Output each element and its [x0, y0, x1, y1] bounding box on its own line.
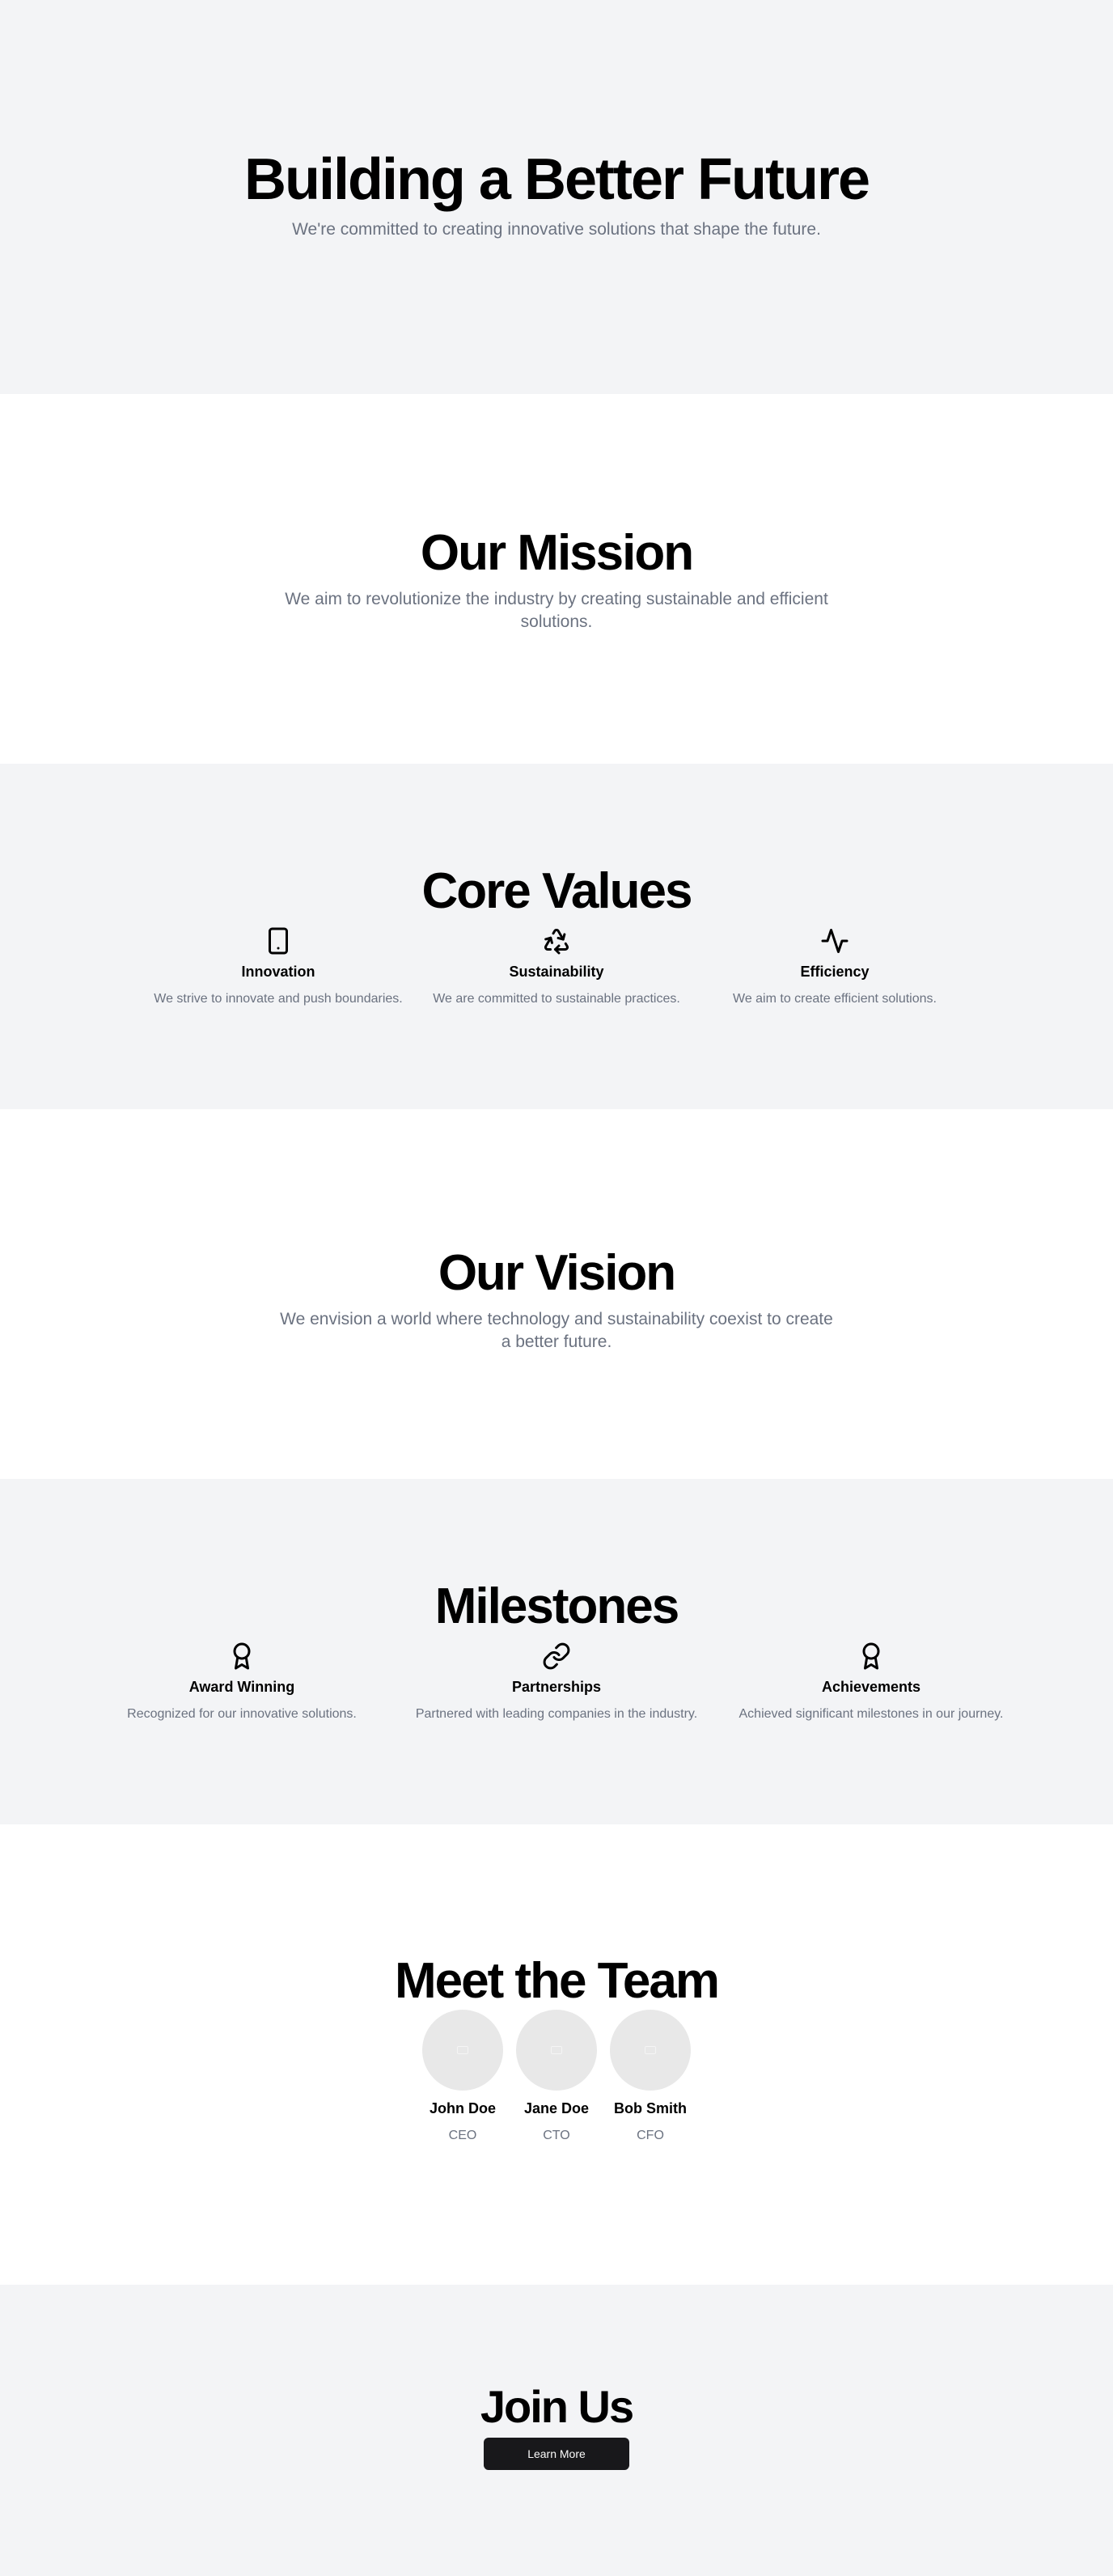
tablet-icon: [262, 925, 294, 957]
recycle-icon: [540, 925, 573, 957]
join-title: Join Us: [480, 2381, 634, 2432]
team-member: John Doe CEO: [422, 2010, 503, 2143]
link-icon: [540, 1640, 573, 1672]
core-values-section: Core Values Innovation We strive to inno…: [0, 764, 1113, 1109]
team-title: Meet the Team: [394, 1953, 720, 2009]
member-role: CTO: [543, 2129, 570, 2142]
milestone-description: Recognized for our innovative solutions.: [127, 1707, 357, 1721]
value-title: Efficiency: [800, 964, 870, 980]
milestones-title: Milestones: [434, 1578, 679, 1634]
mission-text: We aim to revolutionize the industry by …: [285, 590, 828, 631]
member-name: Jane Doe: [523, 2100, 590, 2116]
learn-more-button[interactable]: Learn More: [484, 2438, 629, 2470]
vision-text: We envision a world where technology and…: [280, 1310, 833, 1351]
milestones-grid: Award Winning Recognized for our innovat…: [85, 1640, 1029, 1722]
mission-title: Our Mission: [420, 525, 694, 581]
milestone-card-partnerships: Partnerships Partnered with leading comp…: [400, 1640, 714, 1722]
value-card-sustainability: Sustainability We are committed to susta…: [417, 925, 696, 1006]
hero-title: Building a Better Future: [243, 147, 870, 212]
value-title: Innovation: [241, 964, 315, 980]
value-description: We aim to create efficient solutions.: [733, 992, 937, 1006]
mission-section: Our Mission We aim to revolutionize the …: [0, 394, 1113, 764]
avatar: [422, 2010, 503, 2091]
milestone-title: Award Winning: [188, 1679, 295, 1695]
member-name: Bob Smith: [614, 2100, 687, 2116]
milestones-section: Milestones Award Winning Recognized for …: [0, 1479, 1113, 1824]
activity-icon: [819, 925, 851, 957]
member-role: CFO: [637, 2129, 664, 2142]
value-card-innovation: Innovation We strive to innovate and pus…: [139, 925, 417, 1006]
vision-title: Our Vision: [438, 1245, 676, 1301]
award-icon: [226, 1640, 258, 1672]
hero-subtitle: We're committed to creating innovative s…: [292, 220, 821, 239]
avatar: [610, 2010, 691, 2091]
milestone-title: Achievements: [821, 1679, 921, 1695]
team-member: Jane Doe CTO: [516, 2010, 597, 2143]
milestone-description: Partnered with leading companies in the …: [415, 1707, 698, 1721]
milestone-card-achievements: Achievements Achieved significant milest…: [714, 1640, 1029, 1722]
image-placeholder-icon: [551, 2046, 562, 2054]
value-description: We strive to innovate and push boundarie…: [154, 992, 403, 1006]
value-card-efficiency: Efficiency We aim to create efficient so…: [696, 925, 974, 1006]
hero-section: Building a Better Future We're committed…: [0, 0, 1113, 394]
team-members: John Doe CEO Jane Doe CTO Bob Smith CFO: [422, 2010, 691, 2143]
team-section: Meet the Team John Doe CEO Jane Doe CTO …: [0, 1824, 1113, 2285]
award-icon: [855, 1640, 887, 1672]
value-title: Sustainability: [509, 964, 604, 980]
team-member: Bob Smith CFO: [610, 2010, 691, 2143]
member-role: CEO: [448, 2129, 477, 2142]
milestone-description: Achieved significant milestones in our j…: [738, 1707, 1004, 1721]
image-placeholder-icon: [457, 2046, 468, 2054]
vision-section: Our Vision We envision a world where tec…: [0, 1109, 1113, 1479]
join-section: Join Us Learn More: [0, 2285, 1113, 2576]
core-values-title: Core Values: [421, 863, 693, 919]
image-placeholder-icon: [645, 2046, 656, 2054]
avatar: [516, 2010, 597, 2091]
milestone-title: Partnerships: [511, 1679, 602, 1695]
core-values-grid: Innovation We strive to innovate and pus…: [139, 925, 974, 1006]
member-name: John Doe: [429, 2100, 496, 2116]
milestone-card-award: Award Winning Recognized for our innovat…: [85, 1640, 400, 1722]
value-description: We are committed to sustainable practice…: [433, 992, 680, 1006]
